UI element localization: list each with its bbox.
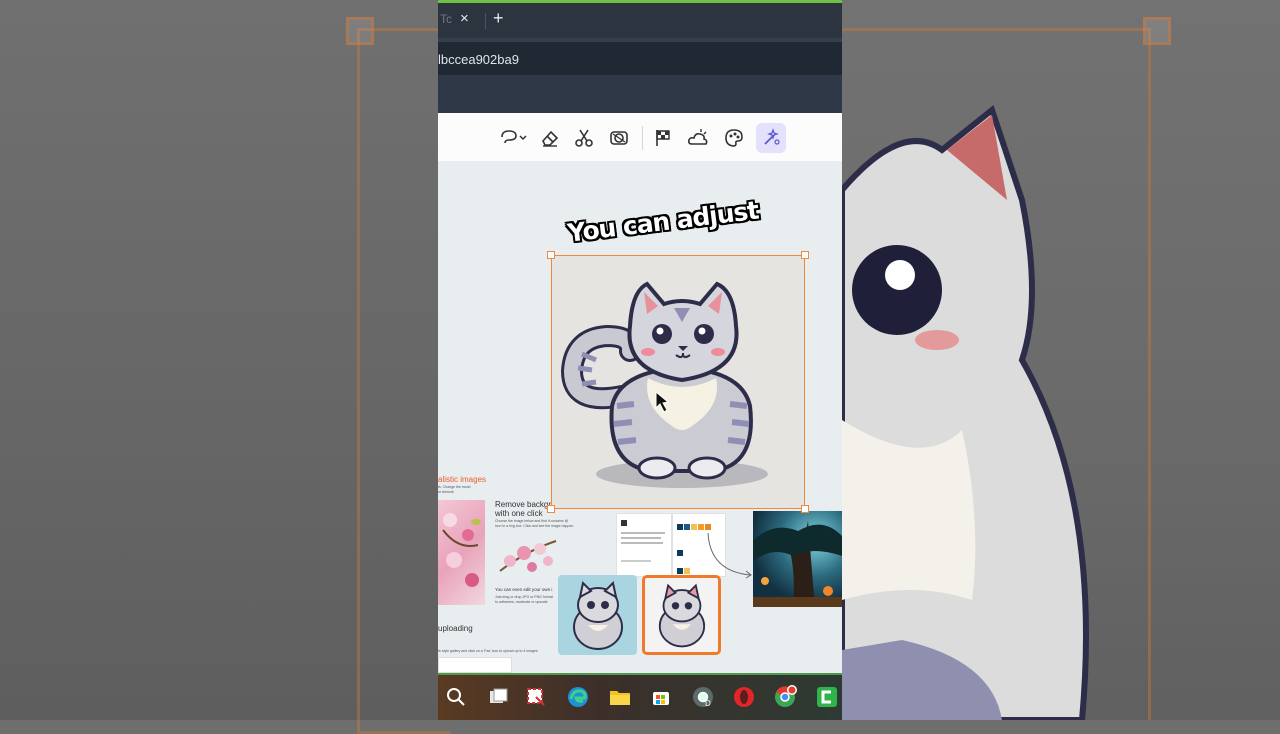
new-tab-icon[interactable]: + [493, 8, 504, 29]
flag-icon[interactable] [648, 123, 678, 153]
tab-separator [485, 13, 486, 29]
video-caption-text: You can adjust [566, 195, 760, 248]
app-header-bar [438, 75, 842, 113]
blurred-selection-frame [357, 28, 450, 734]
toolbar-separator [642, 126, 643, 150]
remove-background-heading: Remove backgr with one click [495, 500, 552, 518]
resize-handle-top-right[interactable] [801, 251, 809, 259]
cherry-blossom-image [438, 500, 485, 605]
snipping-icon[interactable] [524, 685, 548, 709]
address-bar[interactable]: lbccea902ba9 [438, 38, 842, 75]
task-view-icon[interactable] [486, 685, 510, 709]
realistic-images-heading: alistic images [438, 475, 487, 484]
resize-handle-top-left[interactable] [547, 251, 555, 259]
upload-instructions: fe style gallery and click on a 'Fas' ic… [438, 649, 538, 653]
opera-icon[interactable] [732, 685, 756, 709]
windows-taskbar: D [438, 673, 842, 720]
uploading-label: uploading [438, 624, 473, 633]
resize-handle-bottom-left[interactable] [547, 505, 555, 513]
own-image-heading: You can even edit your own i [495, 587, 553, 592]
fantasy-forest-image [753, 511, 842, 607]
mask-icon[interactable] [604, 123, 634, 153]
blurred-background-right [842, 0, 1280, 720]
own-image-description: Just drag or drop JPG or PNG format to a… [495, 595, 553, 604]
camtasia-icon[interactable] [815, 685, 839, 709]
blurred-background-left [0, 0, 450, 734]
svg-text:D: D [705, 699, 711, 708]
scissors-icon[interactable] [569, 123, 599, 153]
chrome-dev-icon[interactable]: D [691, 685, 715, 709]
editor-toolbar [438, 113, 842, 162]
arrow-connector-icon [707, 532, 752, 579]
store-icon[interactable] [649, 685, 673, 709]
weather-icon[interactable] [683, 123, 713, 153]
upload-dropzone[interactable] [438, 657, 512, 673]
remove-background-description: Choose the image below and find it conta… [495, 519, 575, 528]
blurred-resize-handle [346, 17, 374, 45]
selected-cat-image[interactable] [547, 251, 809, 513]
cat-thumbnail-original[interactable] [558, 575, 637, 655]
eraser-icon[interactable] [535, 123, 565, 153]
magic-wand-icon[interactable] [756, 123, 786, 153]
cat-thumbnail-selected[interactable] [642, 575, 721, 655]
settings-card-prompt [616, 513, 672, 577]
cat-illustration [560, 281, 768, 488]
blurred-cat-illustration [842, 104, 1089, 720]
palette-icon[interactable] [719, 123, 749, 153]
blossom-cutout-image [499, 540, 557, 572]
editor-canvas[interactable]: alistic images ts. Change the mood ur Ar… [438, 161, 842, 673]
file-explorer-icon[interactable] [608, 685, 632, 709]
lasso-icon[interactable] [496, 123, 530, 153]
chrome-icon[interactable] [774, 685, 798, 709]
browser-tab-bar: Tc × + [438, 0, 842, 38]
tab-title-fragment[interactable]: Tc [440, 12, 452, 26]
realistic-images-subtext: ts. Change the mood ur Artwork [438, 485, 471, 494]
screen-recording-column: Tc × + lbccea902ba9 alistic images ts. C… [438, 0, 842, 720]
close-tab-icon[interactable]: × [460, 10, 469, 27]
resize-handle-bottom-right[interactable] [801, 505, 809, 513]
address-url-text[interactable]: lbccea902ba9 [438, 52, 519, 67]
search-icon[interactable] [444, 685, 468, 709]
edge-icon[interactable] [566, 685, 590, 709]
